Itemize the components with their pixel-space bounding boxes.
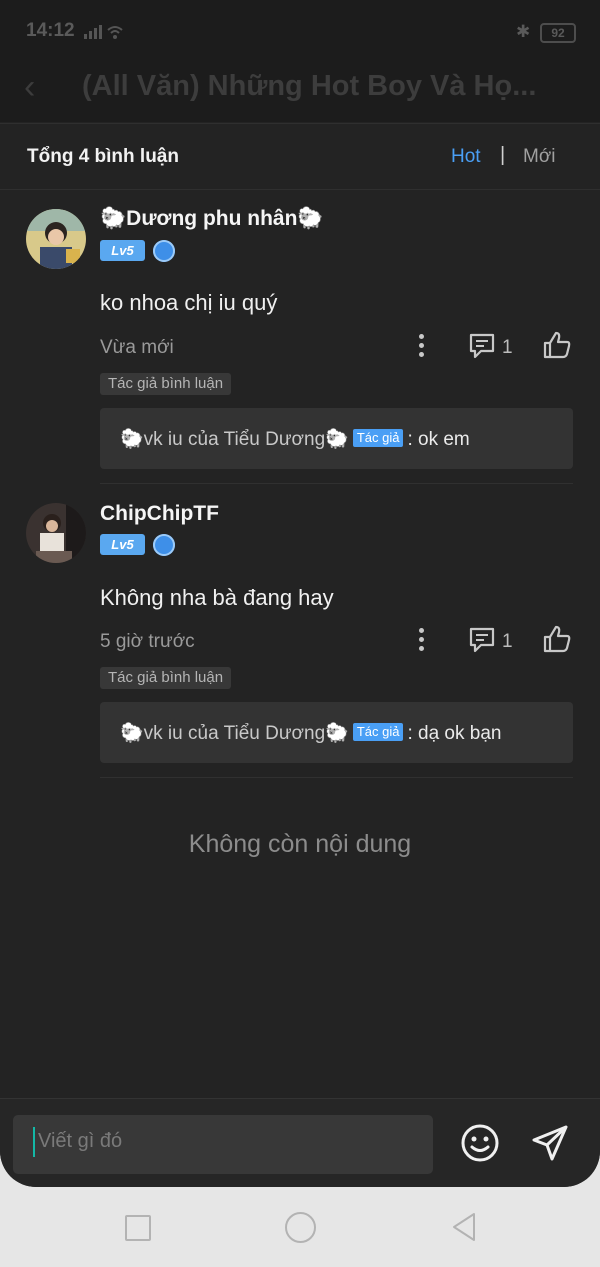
comment-time: 5 giờ trước bbox=[100, 631, 195, 652]
home-icon[interactable] bbox=[285, 1212, 316, 1243]
author-comment-tag: Tác giả bình luận bbox=[100, 373, 232, 395]
recent-apps-icon[interactable] bbox=[125, 1215, 151, 1241]
reply-count: 1 bbox=[502, 631, 513, 652]
comment-time: Vừa mới bbox=[100, 337, 174, 358]
reply-text: : ok em bbox=[407, 429, 470, 450]
back-icon[interactable]: ‹ bbox=[24, 68, 35, 107]
reply-username: 🐑vk iu của Tiểu Dương🐑 bbox=[120, 429, 349, 450]
level-badge: Lv5 bbox=[100, 534, 145, 555]
vip-badge-icon bbox=[153, 240, 175, 262]
author-badge: Tác giả bbox=[352, 429, 404, 447]
sort-new-tab[interactable]: Mới bbox=[523, 146, 556, 168]
comment-username[interactable]: ChipChipTF bbox=[100, 502, 219, 526]
avatar[interactable] bbox=[26, 209, 86, 269]
text-caret bbox=[33, 1127, 35, 1157]
divider bbox=[100, 483, 573, 484]
more-icon[interactable] bbox=[414, 333, 430, 361]
comment-total: Tổng 4 bình luận bbox=[27, 146, 179, 167]
reply-username: 🐑vk iu của Tiểu Dương🐑 bbox=[120, 723, 349, 744]
reply-preview[interactable]: 🐑vk iu của Tiểu Dương🐑 Tác giả: ok em bbox=[100, 408, 573, 469]
level-badge: Lv5 bbox=[100, 240, 145, 261]
author-badge: Tác giả bbox=[352, 723, 404, 741]
input-placeholder: Viết gì đó bbox=[38, 1130, 123, 1152]
avatar[interactable] bbox=[26, 503, 86, 563]
send-icon[interactable] bbox=[530, 1123, 570, 1163]
sort-hot-tab[interactable]: Hot bbox=[451, 146, 481, 168]
reply-count: 1 bbox=[502, 337, 513, 358]
comment-input[interactable]: Viết gì đó bbox=[13, 1115, 433, 1174]
comment-text: Không nha bà đang hay bbox=[100, 585, 334, 610]
comment-username[interactable]: 🐑Dương phu nhân🐑 bbox=[100, 207, 324, 231]
signal-icon bbox=[84, 25, 123, 39]
status-time: 14:12 bbox=[26, 20, 75, 41]
battery-icon: 92 bbox=[540, 23, 576, 43]
app-screen: 14:12 ✱ 92 ‹ (All Văn) Những Hot Boy Và … bbox=[0, 0, 600, 1187]
divider bbox=[100, 777, 573, 778]
status-bar: 14:12 ✱ 92 bbox=[0, 0, 600, 60]
comment-input-bar: Viết gì đó bbox=[0, 1098, 600, 1187]
sort-separator: | bbox=[500, 144, 506, 166]
nav-back-icon[interactable] bbox=[450, 1211, 478, 1243]
more-icon[interactable] bbox=[414, 627, 430, 655]
page-title: (All Văn) Những Hot Boy Và Họ... bbox=[82, 70, 537, 102]
reply-icon[interactable] bbox=[468, 332, 496, 360]
like-icon[interactable] bbox=[542, 624, 572, 654]
comment-text: ko nhoa chị iu quý bbox=[100, 290, 278, 315]
top-bar: ‹ (All Văn) Những Hot Boy Và Họ... bbox=[0, 60, 600, 122]
bluetooth-icon: ✱ bbox=[516, 22, 531, 41]
author-comment-tag: Tác giả bình luận bbox=[100, 667, 232, 689]
comments-header: Tổng 4 bình luận Hot | Mới bbox=[0, 123, 600, 190]
system-nav-bar bbox=[0, 1187, 600, 1267]
emoji-icon[interactable] bbox=[460, 1123, 500, 1163]
vip-badge-icon bbox=[153, 534, 175, 556]
like-icon[interactable] bbox=[542, 330, 572, 360]
reply-icon[interactable] bbox=[468, 626, 496, 654]
reply-text: : dạ ok bạn bbox=[407, 723, 502, 744]
no-more-content: Không còn nội dung bbox=[188, 830, 412, 858]
reply-preview[interactable]: 🐑vk iu của Tiểu Dương🐑 Tác giả: dạ ok bạn bbox=[100, 702, 573, 763]
